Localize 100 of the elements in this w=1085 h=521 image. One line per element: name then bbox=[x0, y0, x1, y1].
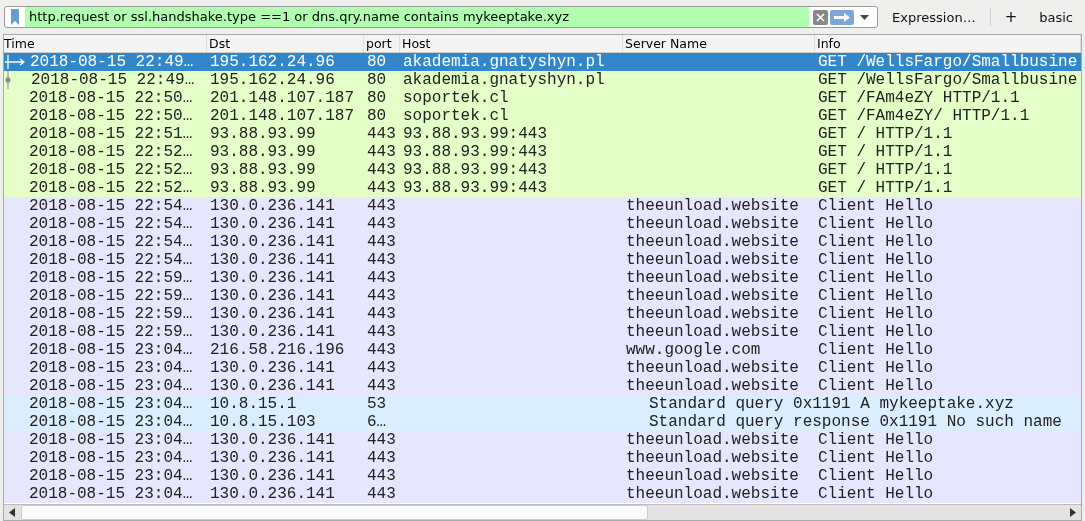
destination-cell: 130.0.236.141 bbox=[210, 431, 335, 449]
port-cell: 443 bbox=[367, 377, 396, 395]
packet-row[interactable]: 2018-08-15 23:04… 130.0.236.141 443 theeunload.website Client Hello bbox=[4, 449, 1081, 467]
destination-cell: 130.0.236.141 bbox=[210, 197, 335, 215]
port-cell: 443 bbox=[367, 287, 396, 305]
server-name-cell: theeunload.website bbox=[626, 251, 799, 269]
packet-row[interactable]: 2018-08-15 22:50… 201.148.107.187 80 soportek.cl GET /FAm4eZY/ HTTP/1.1 bbox=[4, 107, 1081, 125]
packet-row[interactable]: 2018-08-15 22:49… 195.162.24.96 80 akademia.gnatyshyn.pl GET /WellsFargo/Smallbusine bbox=[4, 71, 1081, 89]
host-cell: 93.88.93.99:443 bbox=[403, 143, 548, 161]
scroll-right-icon[interactable] bbox=[1070, 508, 1076, 517]
packet-row[interactable]: 2018-08-15 22:54… 130.0.236.141 443 theeunload.website Client Hello bbox=[4, 197, 1081, 215]
destination-cell: 130.0.236.141 bbox=[210, 485, 335, 503]
destination-cell: 130.0.236.141 bbox=[210, 269, 335, 287]
time-cell: 2018-08-15 22:59… bbox=[29, 323, 193, 341]
packet-row[interactable]: 2018-08-15 22:52… 93.88.93.99 443 93.88.93.99:443 GET / HTTP/1.1 bbox=[4, 143, 1081, 161]
destination-cell: 216.58.216.196 bbox=[210, 341, 345, 359]
packet-row[interactable]: 2018-08-15 23:04… 130.0.236.141 443 theeunload.website Client Hello bbox=[4, 377, 1081, 395]
expression-button[interactable]: Expression… bbox=[884, 9, 984, 25]
port-cell: 443 bbox=[367, 179, 396, 197]
destination-cell: 130.0.236.141 bbox=[210, 233, 335, 251]
packet-row[interactable]: 2018-08-15 22:52… 93.88.93.99 443 93.88.93.99:443 GET / HTTP/1.1 bbox=[4, 161, 1081, 179]
destination-cell: 130.0.236.141 bbox=[210, 287, 335, 305]
destination-cell: 93.88.93.99 bbox=[210, 143, 316, 161]
time-cell: 2018-08-15 22:54… bbox=[29, 251, 193, 269]
scrollbar-thumb[interactable] bbox=[21, 505, 648, 520]
packet-row[interactable]: 2018-08-15 23:04… 216.58.216.196 443 www.google.com Client Hello bbox=[4, 341, 1081, 359]
column-header[interactable]: Server Name bbox=[623, 35, 815, 52]
port-cell: 443 bbox=[367, 197, 396, 215]
port-cell: 443 bbox=[367, 359, 396, 377]
packet-row[interactable]: 2018-08-15 23:04… 10.8.15.1 53 Standard query 0x1191 A mykeeptake.xyz bbox=[4, 395, 1081, 413]
packet-row[interactable]: 2018-08-15 22:59… 130.0.236.141 443 theeunload.website Client Hello bbox=[4, 305, 1081, 323]
clear-icon[interactable] bbox=[813, 9, 829, 25]
host-cell: akademia.gnatyshyn.pl bbox=[403, 53, 605, 71]
time-cell: 2018-08-15 22:59… bbox=[29, 269, 193, 287]
destination-cell: 195.162.24.96 bbox=[210, 71, 335, 89]
filter-text: http.request or ssl.handshake.type ==1 or dns.qry.name contains mykeeptake.xyz bbox=[25, 7, 810, 27]
destination-cell: 130.0.236.141 bbox=[210, 323, 335, 341]
server-name-cell: theeunload.website bbox=[626, 215, 799, 233]
info-cell: Client Hello bbox=[818, 359, 934, 377]
destination-cell: 130.0.236.141 bbox=[210, 449, 335, 467]
info-cell: Client Hello bbox=[818, 305, 934, 323]
info-cell: GET / HTTP/1.1 bbox=[818, 179, 953, 197]
column-header[interactable]: Dst bbox=[207, 35, 364, 52]
port-cell: 53 bbox=[367, 395, 387, 413]
time-cell: 2018-08-15 23:04… bbox=[29, 413, 193, 431]
host-cell: 93.88.93.99:443 bbox=[403, 179, 548, 197]
column-header[interactable]: Info bbox=[815, 35, 1081, 52]
time-cell: 2018-08-15 22:52… bbox=[29, 161, 193, 179]
host-cell: soportek.cl bbox=[403, 89, 509, 107]
info-cell: Standard query response 0x1191 No such name bbox=[649, 413, 1062, 431]
info-cell: GET /WellsFargo/Smallbusine bbox=[818, 71, 1078, 89]
server-name-cell: theeunload.website bbox=[626, 197, 799, 215]
info-cell: GET /FAm4eZY/ HTTP/1.1 bbox=[818, 107, 1030, 125]
host-cell: akademia.gnatyshyn.pl bbox=[403, 71, 605, 89]
packet-row[interactable]: 2018-08-15 23:04… 130.0.236.141 443 theeunload.website Client Hello bbox=[4, 485, 1081, 503]
display-filter-field[interactable]: http.request or ssl.handshake.type ==1 or dns.qry.name contains mykeeptake.xyz bbox=[4, 6, 879, 28]
packet-row[interactable]: 2018-08-15 23:04… 130.0.236.141 443 theeunload.website Client Hello bbox=[4, 359, 1081, 377]
destination-cell: 93.88.93.99 bbox=[210, 161, 316, 179]
packet-row[interactable]: 2018-08-15 22:54… 130.0.236.141 443 theeunload.website Client Hello bbox=[4, 215, 1081, 233]
packet-row[interactable]: 2018-08-15 22:54… 130.0.236.141 443 theeunload.website Client Hello bbox=[4, 251, 1081, 269]
packet-row[interactable]: 2018-08-15 22:59… 130.0.236.141 443 theeunload.website Client Hello bbox=[4, 323, 1081, 341]
server-name-cell: theeunload.website bbox=[626, 467, 799, 485]
port-cell: 443 bbox=[367, 161, 396, 179]
port-cell: 443 bbox=[367, 485, 396, 503]
packet-row[interactable]: 2018-08-15 22:52… 93.88.93.99 443 93.88.93.99:443 GET / HTTP/1.1 bbox=[4, 179, 1081, 197]
time-cell: 2018-08-15 22:59… bbox=[29, 287, 193, 305]
packet-row[interactable]: 2018-08-15 22:51… 93.88.93.99 443 93.88.93.99:443 GET / HTTP/1.1 bbox=[4, 125, 1081, 143]
filter-button[interactable]: basic bbox=[1031, 9, 1081, 25]
column-header[interactable]: Time bbox=[4, 35, 207, 52]
destination-cell: 93.88.93.99 bbox=[210, 125, 316, 143]
server-name-cell: theeunload.website bbox=[626, 485, 799, 503]
packet-row[interactable]: 2018-08-15 22:59… 130.0.236.141 443 theeunload.website Client Hello bbox=[4, 287, 1081, 305]
port-cell: 443 bbox=[367, 431, 396, 449]
port-cell: 443 bbox=[367, 269, 396, 287]
packet-row[interactable]: 2018-08-15 22:50… 201.148.107.187 80 soportek.cl GET /FAm4eZY HTTP/1.1 bbox=[4, 89, 1081, 107]
time-cell: 2018-08-15 23:04… bbox=[29, 431, 193, 449]
time-cell: 2018-08-15 23:04… bbox=[29, 449, 193, 467]
column-header[interactable]: Host bbox=[400, 35, 623, 52]
port-cell: 443 bbox=[367, 449, 396, 467]
time-cell: 2018-08-15 22:54… bbox=[29, 233, 193, 251]
host-cell: soportek.cl bbox=[403, 107, 509, 125]
packet-row[interactable]: 2018-08-15 23:04… 130.0.236.141 443 theeunload.website Client Hello bbox=[4, 431, 1081, 449]
port-cell: 443 bbox=[367, 215, 396, 233]
info-cell: Client Hello bbox=[818, 287, 934, 305]
packet-row[interactable]: 2018-08-15 22:59… 130.0.236.141 443 theeunload.website Client Hello bbox=[4, 269, 1081, 287]
packet-row[interactable]: 2018-08-15 22:49… 195.162.24.96 80 akademia.gnatyshyn.pl GET /WellsFargo/Smallbusine bbox=[4, 53, 1081, 71]
packet-row[interactable]: 2018-08-15 23:04… 130.0.236.141 443 theeunload.website Client Hello bbox=[4, 467, 1081, 485]
info-cell: Client Hello bbox=[818, 431, 934, 449]
scroll-left-icon[interactable] bbox=[9, 508, 15, 517]
info-cell: GET / HTTP/1.1 bbox=[818, 125, 953, 143]
packet-row[interactable]: 2018-08-15 22:54… 130.0.236.141 443 theeunload.website Client Hello bbox=[4, 233, 1081, 251]
add-filter-button[interactable]: + bbox=[996, 8, 1026, 26]
column-header[interactable]: port bbox=[364, 35, 400, 52]
dropdown-caret-icon[interactable] bbox=[860, 14, 870, 20]
horizontal-scrollbar[interactable] bbox=[4, 504, 1081, 520]
server-name-cell: theeunload.website bbox=[626, 431, 799, 449]
packet-row[interactable]: 2018-08-15 23:04… 10.8.15.103 6… Standard query response 0x1191 No such name bbox=[4, 413, 1081, 431]
destination-cell: 93.88.93.99 bbox=[210, 179, 316, 197]
bookmark-icon[interactable] bbox=[10, 9, 20, 25]
port-cell: 443 bbox=[367, 125, 396, 143]
